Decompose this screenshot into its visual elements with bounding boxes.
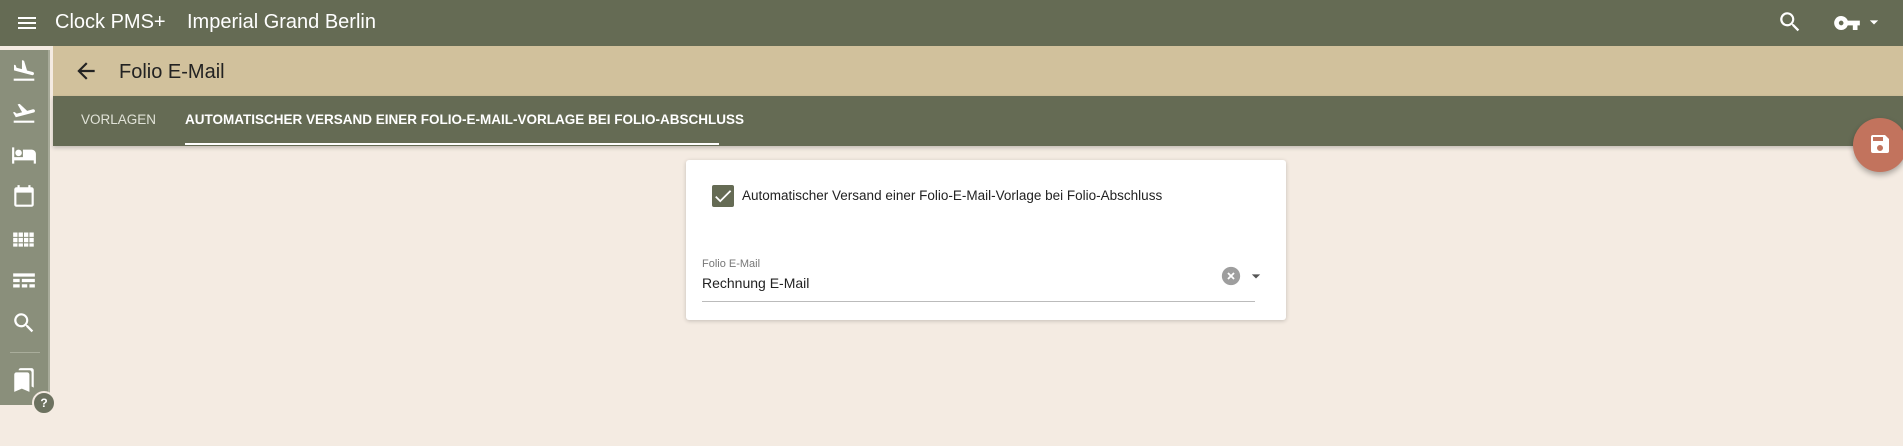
page-header — [53, 46, 1903, 96]
grid-icon[interactable] — [11, 226, 37, 252]
auto-dispatch-checkbox[interactable] — [712, 185, 734, 207]
caret-down-icon[interactable] — [1864, 12, 1884, 32]
save-button[interactable] — [1853, 118, 1903, 172]
search-icon[interactable] — [11, 310, 37, 336]
save-icon — [1871, 135, 1889, 153]
field-underline — [702, 301, 1255, 302]
tab-bar: VORLAGEN AUTOMATISCHER VERSAND EINER FOL… — [53, 96, 1903, 146]
top-app-bar: Clock PMS+ Imperial Grand Berlin — [0, 0, 1903, 46]
menu-icon[interactable] — [15, 11, 39, 35]
flight-takeoff-icon[interactable] — [11, 100, 37, 126]
tab-vorlagen[interactable]: VORLAGEN — [81, 96, 156, 146]
dropdown-arrow-icon[interactable] — [1246, 266, 1266, 286]
settings-card: Automatischer Versand einer Folio-E-Mail… — [686, 160, 1286, 320]
sidebar-divider — [10, 352, 40, 353]
page-title: Folio E-Mail — [119, 61, 225, 83]
bed-icon[interactable] — [11, 142, 37, 168]
back-arrow-icon[interactable] — [73, 58, 99, 84]
checkbox-label[interactable]: Automatischer Versand einer Folio-E-Mail… — [742, 188, 1162, 203]
clear-icon[interactable] — [1220, 265, 1242, 287]
hotel-name: Imperial Grand Berlin — [187, 11, 376, 33]
tab-automatic-dispatch[interactable]: AUTOMATISCHER VERSAND EINER FOLIO-E-MAIL… — [185, 96, 744, 146]
folio-email-select[interactable]: Rechnung E-Mail — [702, 275, 809, 291]
key-icon[interactable] — [1833, 9, 1861, 37]
app-title[interactable]: Clock PMS+ — [55, 11, 166, 34]
flight-land-icon[interactable] — [11, 58, 37, 84]
help-button[interactable]: ? — [32, 391, 56, 415]
sidebar — [0, 50, 50, 405]
tab-active-indicator — [185, 143, 719, 145]
check-icon — [715, 190, 732, 203]
table-icon[interactable] — [11, 268, 37, 294]
search-icon[interactable] — [1777, 9, 1803, 35]
bookmarks-icon[interactable] — [11, 367, 37, 393]
calendar-icon[interactable] — [11, 184, 37, 210]
folio-email-label: Folio E-Mail — [702, 258, 761, 270]
